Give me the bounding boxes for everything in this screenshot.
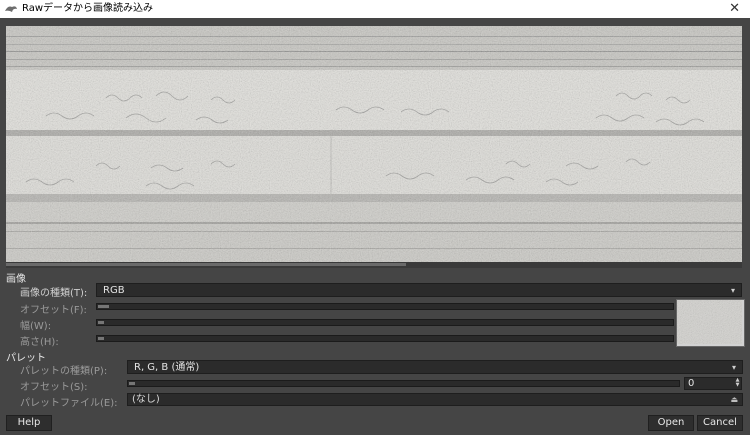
image-type-select[interactable]: RGB ▾ xyxy=(96,283,742,297)
palette-offset-label: オフセット(S): xyxy=(20,382,88,393)
scrollbar-thumb[interactable] xyxy=(6,263,406,266)
image-type-value: RGB xyxy=(103,285,125,296)
palette-offset-spinbox[interactable]: 0 ▲ ▼ xyxy=(684,377,742,390)
palette-type-select[interactable]: R, G, B (通常) ▾ xyxy=(127,360,743,374)
cancel-button[interactable]: Cancel xyxy=(697,415,743,431)
window-title: Rawデータから画像読み込み xyxy=(22,3,154,14)
palette-offset-slider[interactable] xyxy=(127,380,680,387)
palette-file-value: (なし) xyxy=(132,394,160,405)
image-section-heading: 画像 xyxy=(6,274,26,285)
gimp-icon xyxy=(5,6,17,12)
palette-offset-slider-fill xyxy=(129,382,135,385)
image-height-label: 高さ(H): xyxy=(20,337,59,348)
close-icon[interactable]: ✕ xyxy=(729,0,740,18)
palette-type-label: パレットの種類(P): xyxy=(20,366,108,377)
image-offset-slider[interactable] xyxy=(96,303,674,310)
title-bar: Rawデータから画像読み込み ✕ xyxy=(0,0,750,18)
folder-icon: ⏏ xyxy=(730,395,738,404)
chevron-down-icon: ▾ xyxy=(730,286,735,295)
image-height-slider[interactable] xyxy=(96,335,674,342)
open-button[interactable]: Open xyxy=(648,415,694,431)
thumbnail-preview xyxy=(676,299,745,347)
image-height-slider-fill xyxy=(98,337,104,340)
image-preview xyxy=(6,26,742,262)
image-width-slider-fill xyxy=(98,321,104,324)
spin-arrows-icon[interactable]: ▲ ▼ xyxy=(734,378,741,389)
preview-scrollbar[interactable] xyxy=(6,262,742,268)
palette-offset-value: 0 xyxy=(688,378,695,389)
image-type-label: 画像の種類(T): xyxy=(20,288,88,299)
palette-file-chooser[interactable]: (なし) ⏏ xyxy=(127,393,743,406)
image-width-label: 幅(W): xyxy=(20,321,52,332)
image-width-slider[interactable] xyxy=(96,319,674,326)
image-offset-slider-fill xyxy=(98,305,109,308)
help-button[interactable]: Help xyxy=(6,415,52,431)
palette-file-label: パレットファイル(E): xyxy=(20,398,118,409)
preview-noise-image xyxy=(6,26,742,262)
thumbnail-noise-image xyxy=(677,300,742,344)
palette-type-value: R, G, B (通常) xyxy=(134,362,200,373)
image-offset-label: オフセット(F): xyxy=(20,305,87,316)
chevron-down-icon: ▾ xyxy=(731,363,736,372)
